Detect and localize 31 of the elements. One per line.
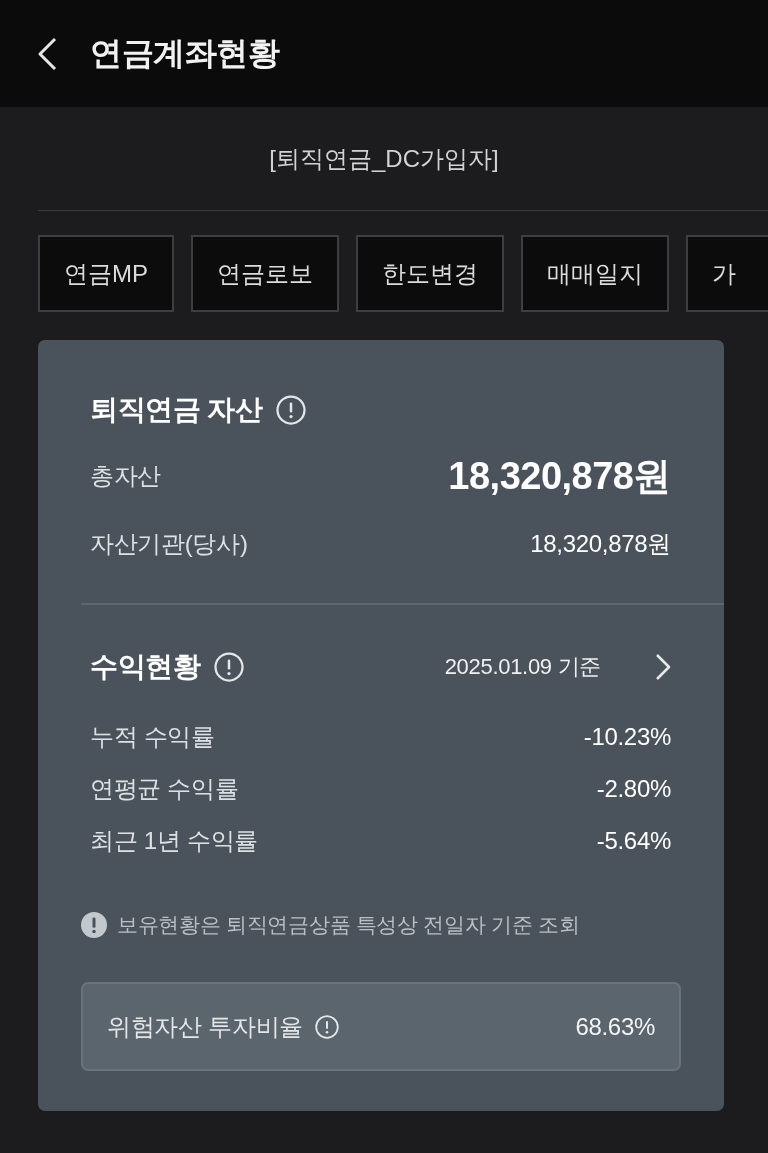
row-label: 누적 수익률	[90, 722, 215, 752]
shortcut-button[interactable]: 한도변경	[356, 235, 504, 312]
info-icon[interactable]	[214, 652, 244, 682]
shortcut-button[interactable]: 연금로보	[191, 235, 339, 312]
section-title: 수익현황	[90, 650, 200, 684]
as-of-date: 2025.01.09 기준	[444, 653, 601, 681]
row-label: 자산기관(당사)	[90, 529, 248, 559]
row-label: 총자산	[90, 461, 162, 491]
row-label: 최근 1년 수익률	[90, 826, 258, 856]
row-value: -5.64%	[596, 827, 671, 855]
notice-text: 보유현황은 퇴직연금상품 특성상 전일자 기준 조회	[117, 912, 580, 938]
info-icon[interactable]	[314, 1014, 339, 1039]
shortcut-button[interactable]: 연금MP	[38, 235, 174, 312]
section-title: 퇴직연금 자산	[90, 393, 263, 427]
back-button[interactable]	[36, 36, 58, 71]
account-type-label: [퇴직연금_DC가입자]	[269, 143, 499, 174]
row-label: 연평균 수익률	[90, 774, 239, 804]
chevron-right-icon	[655, 653, 671, 681]
row-value: 18,320,878원	[530, 529, 671, 559]
risk-ratio-value: 68.63%	[575, 1012, 655, 1041]
page-title: 연금계좌현황	[90, 33, 279, 73]
back-chevron-icon	[36, 36, 58, 71]
warning-icon	[81, 912, 107, 938]
shortcut-button[interactable]: 가	[686, 235, 768, 312]
details-button[interactable]	[655, 653, 671, 681]
row-value: -2.80%	[596, 775, 671, 803]
info-icon[interactable]	[276, 395, 307, 425]
risk-ratio-label: 위험자산 투자비율	[107, 1011, 303, 1042]
shortcut-button[interactable]: 매매일지	[521, 235, 669, 312]
row-value: -10.23%	[583, 723, 671, 751]
total-amount: 18,320,878원	[448, 453, 671, 499]
